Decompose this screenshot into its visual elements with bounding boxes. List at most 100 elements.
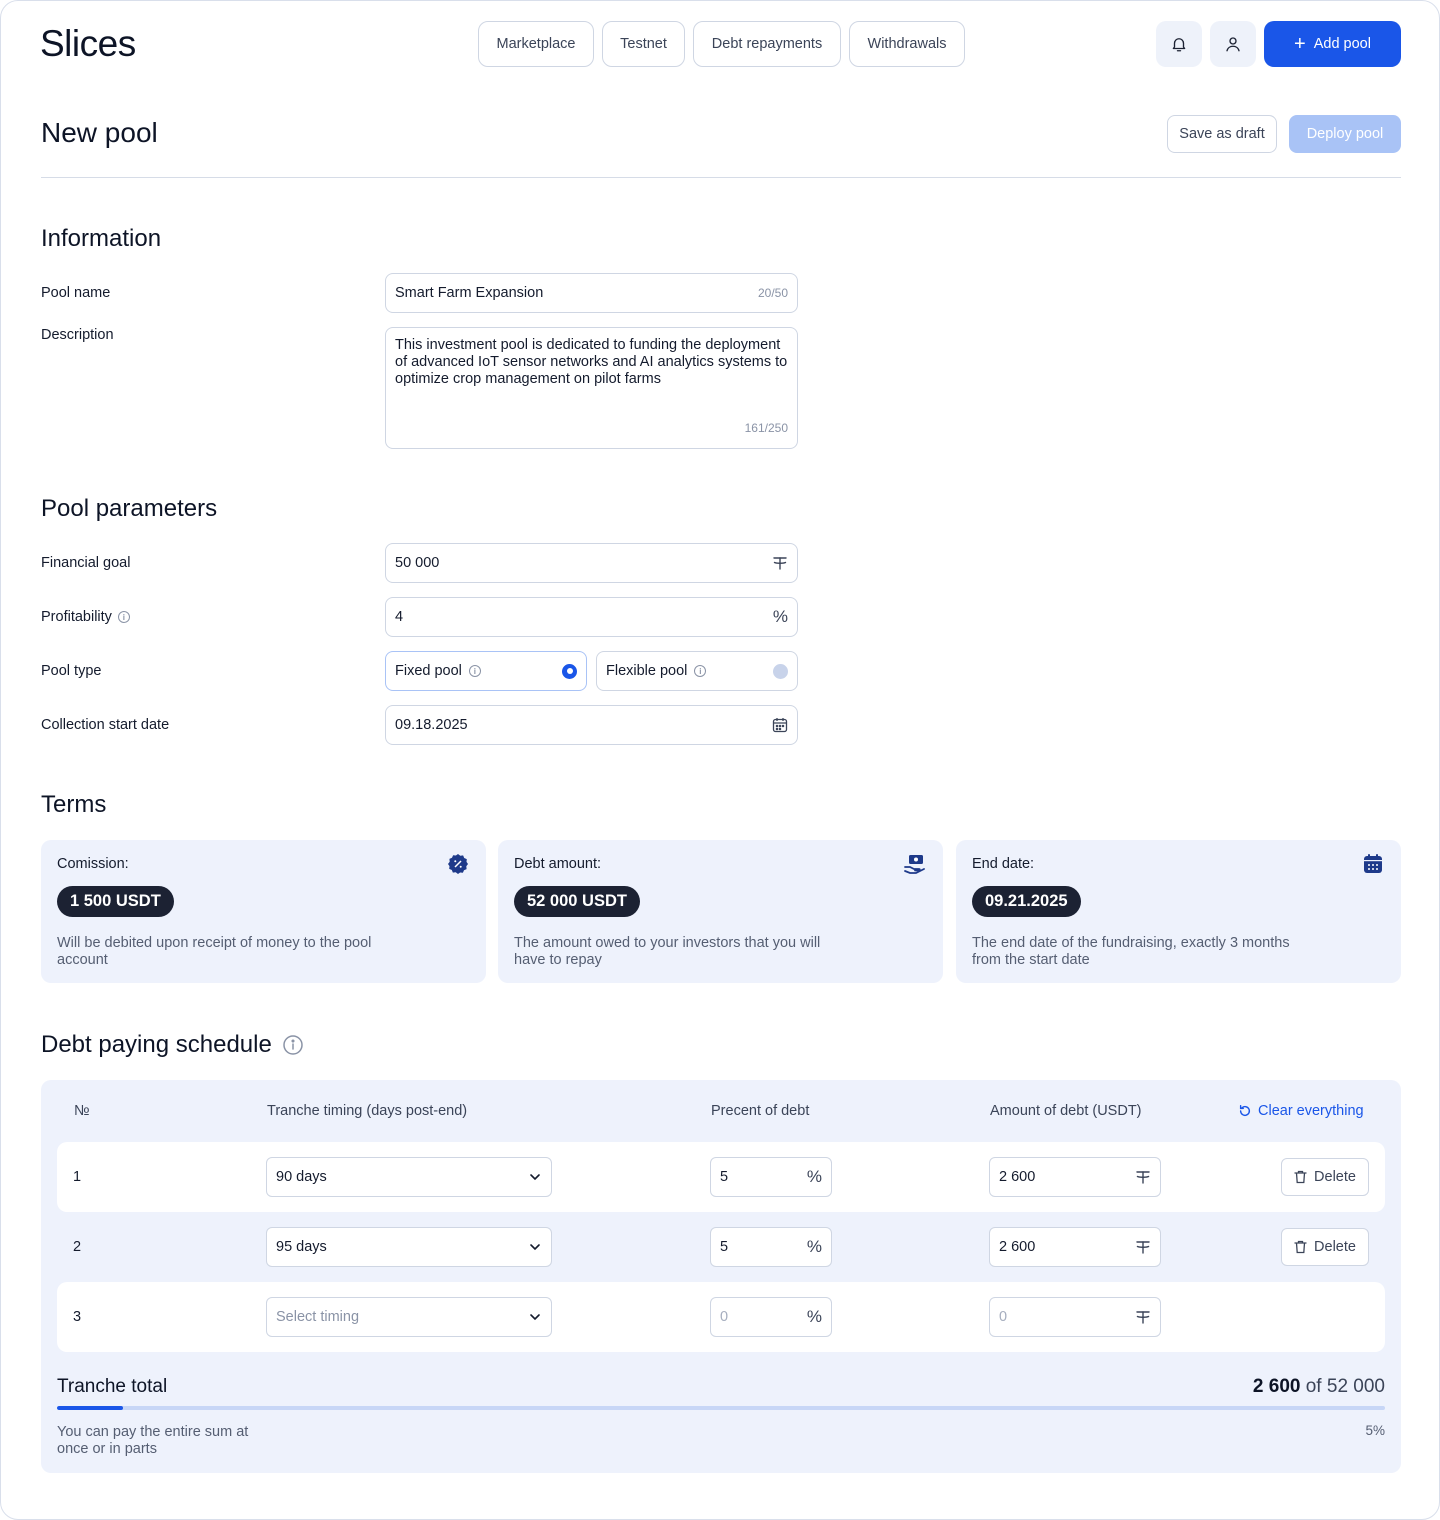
money-hand-icon xyxy=(904,855,925,874)
clear-everything-label: Clear everything xyxy=(1258,1103,1364,1119)
timing-select[interactable]: 95 days xyxy=(266,1227,552,1267)
col-number-header: № xyxy=(74,1103,90,1119)
radio-unselected-icon xyxy=(773,663,788,679)
commission-value: 1 500 USDT xyxy=(57,886,174,917)
add-pool-button[interactable]: + Add pool xyxy=(1264,21,1401,67)
calendar-icon[interactable] xyxy=(772,717,788,733)
card-description: Will be debited upon receipt of money to… xyxy=(57,935,372,968)
percent-value: 5 xyxy=(720,1239,729,1255)
percent-placeholder: 0 xyxy=(720,1309,729,1325)
amount-value: 2 600 xyxy=(999,1239,1036,1255)
description-value: This investment pool is dedicated to fun… xyxy=(395,337,788,387)
refresh-icon xyxy=(1239,1105,1251,1117)
start-date-label: Collection start date xyxy=(41,717,170,733)
tether-icon xyxy=(773,557,787,570)
timing-select[interactable]: 90 days xyxy=(266,1157,552,1197)
nav-debt-repayments[interactable]: Debt repayments xyxy=(693,21,841,67)
financial-goal-input[interactable]: 50 000 xyxy=(385,543,798,583)
flexible-pool-option[interactable]: Flexible pool i xyxy=(596,651,798,691)
end-date-card: End date: 09.21.2025 The end date of the… xyxy=(956,840,1401,983)
total-goal: 52 000 xyxy=(1326,1376,1385,1397)
profitability-input[interactable]: 4 % xyxy=(385,597,798,637)
col-percent-header: Precent of debt xyxy=(711,1103,810,1119)
percent-input[interactable]: 5 % xyxy=(710,1227,832,1267)
description-counter: 161/250 xyxy=(744,421,788,435)
schedule-title-row: Debt paying schedule xyxy=(41,1031,304,1059)
information-title: Information xyxy=(41,225,162,252)
start-date-input[interactable]: 09.18.2025 xyxy=(385,705,798,745)
table-row: 3 Select timing 0 % 0 xyxy=(57,1282,1385,1352)
financial-goal-label: Financial goal xyxy=(41,555,131,571)
row-number: 1 xyxy=(73,1169,82,1185)
fixed-pool-label: Fixed pool xyxy=(395,663,462,679)
tranche-total-value: 2 600 of 52 000 xyxy=(1253,1376,1385,1398)
page-title: New pool xyxy=(41,117,158,148)
percent-icon: % xyxy=(772,607,788,626)
schedule-title: Debt paying schedule xyxy=(41,1031,272,1058)
total-paid: 2 600 xyxy=(1252,1376,1301,1397)
clear-everything-button[interactable]: Clear everything xyxy=(1238,1103,1364,1119)
app-window: Slices Marketplace Testnet Debt repaymen… xyxy=(0,0,1440,1520)
timing-select[interactable]: Select timing xyxy=(266,1297,552,1337)
timing-placeholder: Select timing xyxy=(276,1309,360,1325)
radio-selected-icon xyxy=(562,663,577,679)
delete-row-button[interactable]: Delete xyxy=(1281,1158,1369,1196)
percent-input[interactable]: 5 % xyxy=(710,1157,832,1197)
amount-input[interactable]: 2 600 xyxy=(989,1227,1161,1267)
description-label: Description xyxy=(41,327,114,343)
notifications-button[interactable] xyxy=(1156,21,1202,67)
nav-marketplace[interactable]: Marketplace xyxy=(478,21,594,67)
info-icon[interactable]: i xyxy=(694,665,707,677)
debt-amount-value: 52 000 USDT xyxy=(514,886,640,917)
card-label: End date: xyxy=(972,856,1035,872)
trash-icon xyxy=(1294,1240,1307,1254)
profitability-value: 4 xyxy=(395,609,404,625)
percent-input[interactable]: 0 % xyxy=(710,1297,832,1337)
commission-card: Comission: 1 500 USDT Will be debited up… xyxy=(41,840,486,983)
profitability-label-row: Profitability i xyxy=(41,609,130,625)
tranche-progress-bar xyxy=(57,1406,1385,1410)
amount-input[interactable]: 2 600 xyxy=(989,1157,1161,1197)
fixed-pool-option[interactable]: Fixed pool i xyxy=(385,651,587,691)
debt-amount-card: Debt amount: 52 000 USDT The amount owed… xyxy=(498,840,943,983)
delete-label: Delete xyxy=(1314,1239,1356,1255)
deploy-pool-button[interactable]: Deploy pool xyxy=(1289,115,1401,153)
info-icon[interactable]: i xyxy=(468,665,481,677)
amount-placeholder: 0 xyxy=(999,1309,1008,1325)
save-draft-button[interactable]: Save as draft xyxy=(1167,115,1277,153)
add-pool-label: Add pool xyxy=(1313,36,1371,52)
nav-withdrawals[interactable]: Withdrawals xyxy=(849,21,965,67)
app-logo[interactable]: Slices xyxy=(40,23,136,65)
tether-icon xyxy=(1136,1311,1150,1324)
profile-button[interactable] xyxy=(1210,21,1256,67)
end-date-value: 09.21.2025 xyxy=(972,886,1081,917)
start-date-value: 09.18.2025 xyxy=(395,717,468,733)
card-label: Comission: xyxy=(57,856,129,872)
description-textarea[interactable]: This investment pool is dedicated to fun… xyxy=(385,327,798,449)
pool-type-label: Pool type xyxy=(41,663,102,679)
timing-value: 95 days xyxy=(276,1239,327,1255)
plus-icon: + xyxy=(1294,33,1306,55)
percent-icon: % xyxy=(806,1167,822,1186)
tether-icon xyxy=(1136,1241,1150,1254)
pool-name-value: Smart Farm Expansion xyxy=(395,285,544,301)
delete-row-button[interactable]: Delete xyxy=(1281,1228,1369,1266)
card-description: The amount owed to your investors that y… xyxy=(514,935,821,968)
nav-testnet[interactable]: Testnet xyxy=(602,21,685,67)
tranche-progress-percent: 5% xyxy=(1365,1423,1385,1438)
info-icon[interactable] xyxy=(282,1034,304,1056)
info-icon[interactable]: i xyxy=(117,611,130,623)
col-timing-header: Tranche timing (days post-end) xyxy=(267,1103,468,1119)
col-amount-header: Amount of debt (USDT) xyxy=(990,1103,1142,1119)
amount-input[interactable]: 0 xyxy=(989,1297,1161,1337)
chevron-down-icon xyxy=(530,1244,540,1251)
pool-name-input[interactable]: Smart Farm Expansion 20/50 xyxy=(385,273,798,313)
percent-icon: % xyxy=(806,1237,822,1256)
tranche-total-label: Tranche total xyxy=(57,1376,168,1397)
parameters-title: Pool parameters xyxy=(41,495,218,522)
amount-value: 2 600 xyxy=(999,1169,1036,1185)
header-divider xyxy=(41,177,1401,178)
table-row: 2 95 days 5 % 2 600 Delete xyxy=(57,1212,1385,1282)
pool-name-label: Pool name xyxy=(41,285,111,301)
percent-value: 5 xyxy=(720,1169,729,1185)
